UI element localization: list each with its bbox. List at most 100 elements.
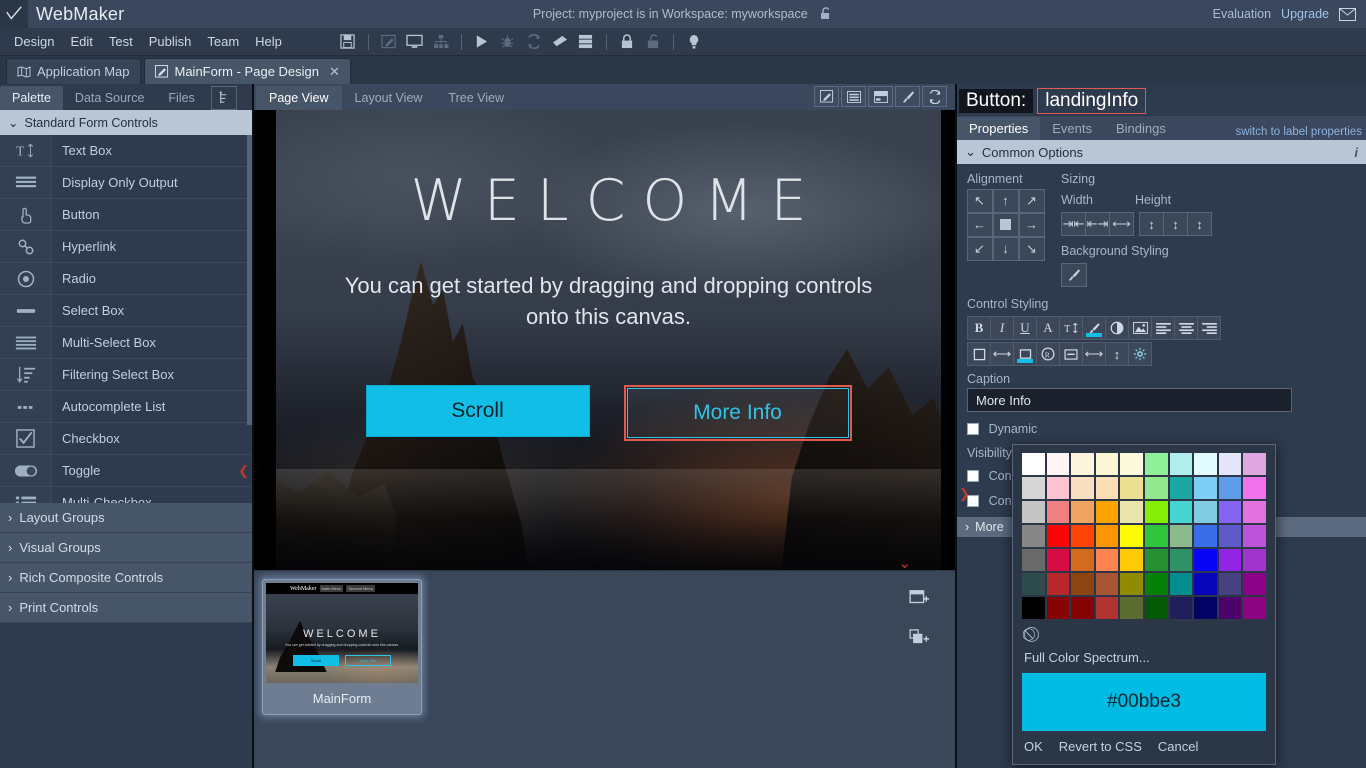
tab-page-view[interactable]: Page View [256,86,342,110]
color-swatch[interactable] [1243,453,1266,475]
ok-button[interactable]: OK [1024,739,1043,754]
color-swatch[interactable] [1096,453,1119,475]
align-bottom-left-icon[interactable]: ↙ [967,237,993,261]
doc-tab-mainform-page-design[interactable]: MainForm - Page Design ✕ [144,58,351,84]
color-swatch[interactable] [1096,597,1119,619]
color-swatch[interactable] [1022,477,1045,499]
dynamic-checkbox-row[interactable]: Dynamic [967,421,1366,436]
color-swatch[interactable] [1022,525,1045,547]
palette-group-visual-groups[interactable]: › Visual Groups [0,533,252,563]
caption-input[interactable]: More Info [967,388,1292,412]
color-swatch[interactable] [1120,453,1143,475]
align-top-left-icon[interactable]: ↖ [967,189,993,213]
save-icon[interactable] [336,31,360,53]
widget-tree-icon[interactable] [211,86,237,110]
color-swatch-grid[interactable] [1022,453,1266,619]
color-picker-popup[interactable]: ⃠ Full Color Spectrum... #00bbe3 OK Reve… [1012,444,1276,765]
align-text-center-icon[interactable] [1174,316,1198,340]
canvas-button-scroll[interactable]: Scroll [366,385,590,437]
color-swatch[interactable] [1047,549,1070,571]
no-color-icon[interactable]: ⃠ [1024,627,1039,642]
color-swatch[interactable] [1145,597,1168,619]
paintbrush-icon[interactable] [895,86,920,107]
menu-team[interactable]: Team [199,30,247,53]
palette-control-list[interactable]: T Text Box Display Only Output Button [0,135,252,503]
height-expand-icon[interactable]: ↕ [1163,212,1188,236]
color-swatch[interactable] [1170,501,1193,523]
color-swatch[interactable] [1071,477,1094,499]
color-swatch[interactable] [1071,549,1094,571]
eraser-icon[interactable] [548,31,572,53]
color-swatch[interactable] [1243,549,1266,571]
font-size-icon[interactable]: T [1059,316,1083,340]
palette-section-header[interactable]: ⌄ Standard Form Controls [0,110,252,135]
color-swatch[interactable] [1170,549,1193,571]
collapse-marker-icon[interactable]: ❯ [959,486,970,502]
color-swatch[interactable] [1219,597,1242,619]
color-swatch[interactable] [1096,501,1119,523]
object-name-field[interactable]: landingInfo [1037,88,1146,114]
evaluation-link[interactable]: Evaluation [1213,7,1271,21]
edit-page-icon[interactable] [377,31,401,53]
height-fill-icon[interactable]: ↕ [1187,212,1212,236]
palette-item-select-box[interactable]: Select Box [0,295,252,327]
border-radius-icon[interactable]: R [1036,342,1060,366]
palette-group-rich-composite-controls[interactable]: › Rich Composite Controls [0,563,252,593]
unlock-icon[interactable] [819,7,833,20]
tab-files[interactable]: Files [156,86,206,110]
align-text-right-icon[interactable] [1197,316,1221,340]
palette-item-display-only-output[interactable]: Display Only Output [0,167,252,199]
contrast-icon[interactable] [1105,316,1129,340]
color-swatch[interactable] [1194,501,1217,523]
background-paintbrush-icon[interactable] [1061,263,1087,287]
cancel-button[interactable]: Cancel [1158,739,1198,754]
italic-icon[interactable]: I [990,316,1014,340]
debug-bug-icon[interactable] [496,31,520,53]
color-swatch[interactable] [1022,453,1045,475]
dynamic-checkbox[interactable] [967,423,979,435]
color-swatch[interactable] [1071,453,1094,475]
revert-to-css-button[interactable]: Revert to CSS [1059,739,1142,754]
design-canvas-area[interactable]: WELCOME You can get started by dragging … [254,110,955,570]
menu-edit[interactable]: Edit [62,30,100,53]
palette-item-button[interactable]: Button [0,199,252,231]
width-shrink-icon[interactable]: ⇥⇤ [1061,212,1086,236]
close-icon[interactable]: ✕ [329,64,340,80]
database-icon[interactable] [574,31,598,53]
menu-publish[interactable]: Publish [141,30,200,53]
canvas-button-more-info-selection[interactable]: More Info [624,385,852,441]
color-swatch[interactable] [1047,597,1070,619]
color-swatch[interactable] [1243,597,1266,619]
add-dialog-icon[interactable] [909,629,931,647]
color-swatch[interactable] [1120,501,1143,523]
canvas-button-more-info[interactable]: More Info [627,388,849,438]
align-right-icon[interactable]: → [1019,213,1045,237]
palette-item-multi-select-box[interactable]: Multi-Select Box [0,327,252,359]
lock-open-icon[interactable] [641,31,665,53]
color-swatch[interactable] [1170,525,1193,547]
palette-item-hyperlink[interactable]: Hyperlink [0,231,252,263]
switch-to-label-properties-link[interactable]: switch to label properties [1235,126,1362,138]
color-swatch[interactable] [1243,501,1266,523]
palette-group-layout-groups[interactable]: › Layout Groups [0,503,252,533]
palette-item-checkbox[interactable]: Checkbox [0,423,252,455]
common-options-header[interactable]: ⌄ Common Options i [957,140,1366,164]
color-swatch[interactable] [1219,525,1242,547]
color-swatch[interactable] [1219,477,1242,499]
tab-data-source[interactable]: Data Source [63,86,156,110]
color-swatch[interactable] [1170,573,1193,595]
color-swatch[interactable] [1120,477,1143,499]
color-swatch[interactable] [1219,453,1242,475]
underline-icon[interactable]: U [1013,316,1037,340]
color-swatch[interactable] [1145,453,1168,475]
lock-closed-icon[interactable] [615,31,639,53]
color-swatch[interactable] [1145,477,1168,499]
palette-item-multi-checkbox[interactable]: Multi-Checkbox [0,487,252,503]
palette-item-filtering-select-box[interactable]: Filtering Select Box [0,359,252,391]
envelope-icon[interactable] [1339,8,1356,21]
tab-layout-view[interactable]: Layout View [342,86,436,110]
color-swatch[interactable] [1194,549,1217,571]
edit-design-icon[interactable] [814,86,839,107]
align-top-icon[interactable]: ↑ [993,189,1019,213]
color-swatch[interactable] [1145,549,1168,571]
